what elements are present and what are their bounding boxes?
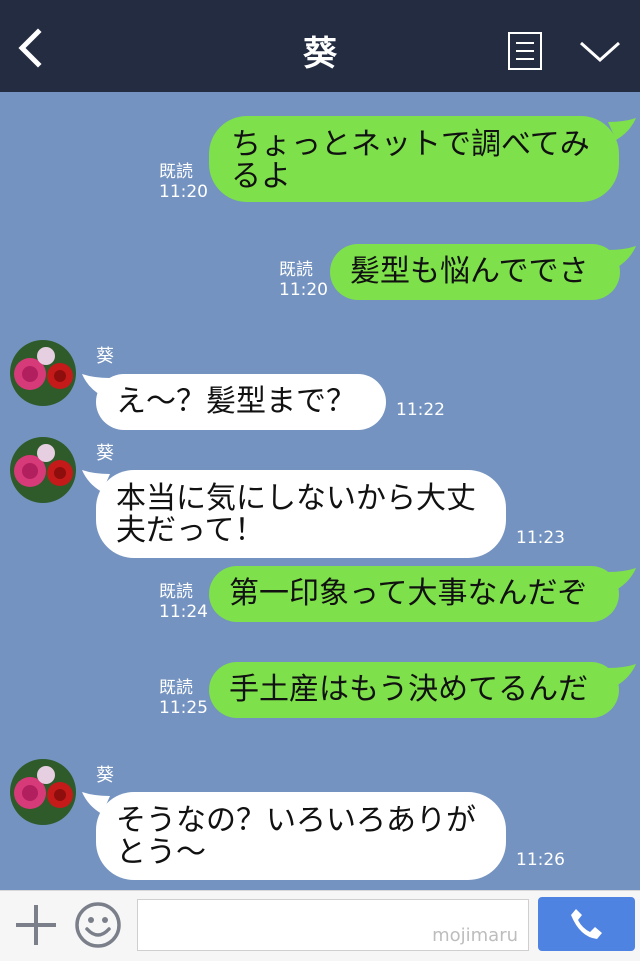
message-meta: 既読 11:20	[159, 162, 208, 202]
message-bubble-sent[interactable]: 手土産はもう決めてるんだ	[209, 662, 619, 718]
sender-name: 葵	[96, 765, 114, 786]
read-receipt: 既読	[159, 162, 193, 182]
message-text: ちょっとネットで調べてみるよ	[231, 127, 590, 194]
rose-avatar-image	[10, 340, 76, 406]
phone-icon	[571, 909, 602, 939]
message-input[interactable]: mojimaru	[137, 899, 529, 951]
message-list[interactable]: 既読 11:20 ちょっとネットで調べてみるよ 既読 11:20 髪型も悩んでで…	[0, 92, 640, 890]
sender-name: 葵	[96, 346, 114, 367]
message-meta: 既読 11:20	[279, 260, 328, 300]
message-meta: 既読 11:24	[159, 582, 208, 622]
message-text: 髪型も悩んででさ	[350, 254, 589, 289]
bubble-tail	[82, 374, 110, 396]
message-bubble-received[interactable]: そうなの？いろいろありがとう〜	[96, 792, 506, 880]
message-meta: 既読 11:25	[159, 678, 208, 718]
watermark-text: mojimaru	[432, 925, 518, 946]
bubble-tail	[608, 568, 636, 590]
rose-avatar-image	[10, 759, 76, 825]
message-text: え〜？髪型まで？	[116, 384, 356, 419]
avatar[interactable]	[10, 437, 76, 503]
smile-icon[interactable]	[74, 901, 122, 949]
read-receipt: 既読	[159, 582, 193, 602]
bubble-tail	[608, 118, 636, 140]
message-time: 11:26	[516, 850, 565, 870]
message-bubble-sent[interactable]: 髪型も悩んででさ	[330, 244, 620, 300]
message-text: 本当に気にしないから大丈夫だって！	[116, 481, 476, 548]
bubble-tail	[82, 792, 110, 814]
plus-icon[interactable]	[14, 903, 58, 947]
bubble-tail	[608, 664, 636, 686]
message-text: 手土産はもう決めてるんだ	[229, 672, 589, 707]
message-time: 11:20	[159, 182, 208, 202]
message-text: そうなの？いろいろありがとう〜	[116, 803, 476, 870]
call-button[interactable]	[538, 897, 635, 951]
message-time: 11:22	[396, 400, 445, 420]
composer-bar: mojimaru	[0, 890, 640, 961]
bubble-tail	[82, 470, 110, 492]
message-bubble-sent[interactable]: ちょっとネットで調べてみるよ	[209, 116, 619, 202]
chat-title: 葵	[303, 34, 337, 74]
bubble-tail	[608, 246, 636, 268]
read-receipt: 既読	[159, 678, 193, 698]
message-text: 第一印象って大事なんだぞ	[229, 576, 588, 611]
avatar[interactable]	[10, 340, 76, 406]
rose-avatar-image	[10, 437, 76, 503]
message-bubble-sent[interactable]: 第一印象って大事なんだぞ	[209, 566, 619, 622]
sender-name: 葵	[96, 443, 114, 464]
message-bubble-received[interactable]: え〜？髪型まで？	[96, 374, 386, 430]
message-time: 11:20	[279, 280, 328, 300]
avatar[interactable]	[10, 759, 76, 825]
chevron-down-icon[interactable]	[578, 38, 622, 66]
message-bubble-received[interactable]: 本当に気にしないから大丈夫だって！	[96, 470, 506, 558]
message-time: 11:24	[159, 602, 208, 622]
read-receipt: 既読	[279, 260, 313, 280]
message-time: 11:25	[159, 698, 208, 718]
message-time: 11:23	[516, 528, 565, 548]
header-bar: 葵	[0, 0, 640, 92]
menu-icon[interactable]	[508, 32, 542, 70]
